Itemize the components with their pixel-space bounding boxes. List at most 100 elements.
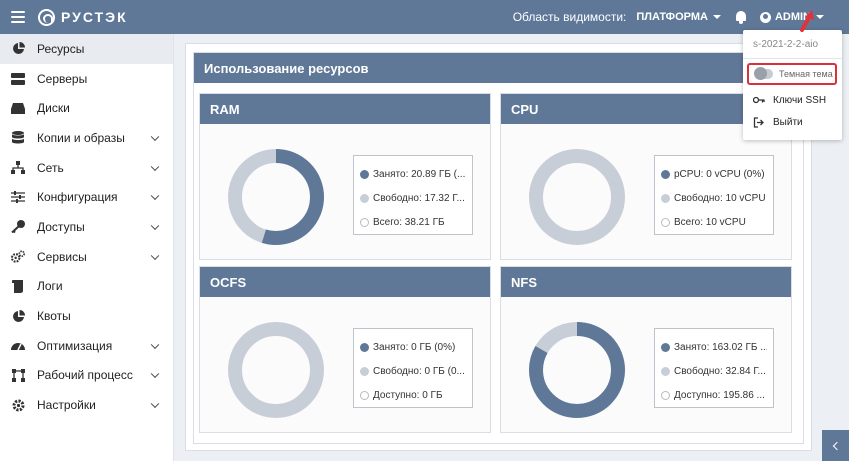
sidebar: Ресурсы Серверы Диски Копии и образы Сеть Кон… <box>0 34 174 461</box>
legend-text: Свободно: 10 vCPU <box>674 192 766 204</box>
legend-item[interactable]: Занято: 163.02 ГБ ... <box>661 335 767 359</box>
sidebar-item-optimization[interactable]: Оптимизация <box>0 331 173 361</box>
logout-icon <box>753 116 765 129</box>
sidebar-item-network[interactable]: Сеть <box>0 153 173 183</box>
sidebar-item-quotas[interactable]: Квоты <box>0 301 173 331</box>
ssh-keys-menu-item[interactable]: Ключи SSH <box>743 89 842 111</box>
legend-text: Занято: 20.89 ГБ (... <box>373 168 466 180</box>
chart-legend: Занято: 20.89 ГБ (... Свободно: 17.32 Г..… <box>353 155 473 235</box>
resource-card-nfs: NFS Занято: 163.02 ГБ ... Свободно: 32.84 … <box>500 266 792 433</box>
legend-item[interactable]: Свободно: 17.32 Г... <box>360 186 466 210</box>
donut-chart <box>228 322 324 418</box>
scope-value: ПЛАТФОРМА <box>636 11 708 23</box>
workflow-icon <box>11 368 25 382</box>
sidebar-item-label: Сервисы <box>37 249 87 264</box>
card-title: OCFS <box>200 267 490 297</box>
red-arrow-annotation <box>800 10 814 32</box>
sidebar-item-settings[interactable]: Настройки <box>0 390 173 420</box>
legend-text: Свободно: 32.84 Г... <box>674 365 766 377</box>
legend-item[interactable]: Всего: 10 vCPU <box>661 210 767 234</box>
donut-free-segment <box>228 322 324 418</box>
legend-dot-icon <box>360 366 369 376</box>
legend-dot-icon <box>661 390 670 400</box>
panel-title: Использование ресурсов <box>194 53 803 83</box>
toggle-switch-icon[interactable] <box>754 67 773 80</box>
sidebar-item-label: Сеть <box>37 160 64 175</box>
legend-text: Доступно: 0 ГБ <box>373 389 443 401</box>
sidebar-item-disks[interactable]: Диски <box>0 93 173 123</box>
scroll-icon <box>11 279 25 293</box>
chevron-down-icon <box>150 221 160 231</box>
user-dropdown-menu: s-2021-2-2-aio Темная тема Ключи SSH Вый… <box>743 30 842 140</box>
logout-label: Выйти <box>773 116 803 128</box>
sidebar-item-copies-images[interactable]: Копии и образы <box>0 123 173 153</box>
chevron-down-icon <box>150 340 160 349</box>
chart-legend: Занято: 0 ГБ (0%) Свободно: 0 ГБ (0... Дос… <box>353 328 473 408</box>
legend-text: Занято: 163.02 ГБ ... <box>674 341 767 353</box>
resource-usage-panel: Использование ресурсов RAM Занято: 20.89 … <box>193 52 804 444</box>
sidebar-item-logs[interactable]: Логи <box>0 272 173 302</box>
caret-down-icon <box>712 15 721 19</box>
sidebar-item-label: Диски <box>37 101 70 116</box>
legend-dot-icon <box>360 342 369 352</box>
ssh-keys-label: Ключи SSH <box>773 94 827 106</box>
chart-legend: pCPU: 0 vCPU (0%) Свободно: 10 vCPU Всего:… <box>654 155 774 235</box>
main-content: Использование ресурсов RAM Занято: 20.89 … <box>185 43 812 451</box>
sidebar-item-label: Рабочий процесс <box>37 368 133 383</box>
legend-dot-icon <box>661 366 670 376</box>
legend-text: Свободно: 0 ГБ (0... <box>373 365 465 377</box>
legend-item[interactable]: Доступно: 0 ГБ <box>360 383 466 407</box>
sidebar-item-label: Логи <box>37 279 63 294</box>
top-bar: РУСТЭК Область видимости: ПЛАТФОРМА ADMI… <box>0 0 849 34</box>
sidebar-item-workflow[interactable]: Рабочий процесс <box>0 361 173 391</box>
sidebar-item-label: Серверы <box>37 71 88 86</box>
sidebar-item-configuration[interactable]: Конфигурация <box>0 182 173 212</box>
sidebar-item-label: Квоты <box>37 309 71 324</box>
sidebar-item-access[interactable]: Доступы <box>0 212 173 242</box>
legend-item[interactable]: Всего: 38.21 ГБ <box>360 210 466 234</box>
legend-text: Занято: 0 ГБ (0%) <box>373 341 456 353</box>
dark-theme-toggle[interactable]: Темная тема <box>747 63 837 85</box>
resource-card-ram: RAM Занято: 20.89 ГБ (... Свободно: 17.32 … <box>199 93 491 260</box>
legend-text: Всего: 38.21 ГБ <box>373 216 445 228</box>
legend-item[interactable]: Свободно: 32.84 Г... <box>661 359 767 383</box>
sidebar-item-services[interactable]: Сервисы <box>0 242 173 272</box>
sidebar-item-servers[interactable]: Серверы <box>0 64 173 94</box>
legend-dot-icon <box>360 193 369 203</box>
legend-item[interactable]: Свободно: 0 ГБ (0... <box>360 359 466 383</box>
chevron-down-icon <box>150 162 160 171</box>
sidebar-item-label: Копии и образы <box>37 130 125 145</box>
sidebar-item-resources[interactable]: Ресурсы <box>0 34 173 64</box>
sidebar-item-label: Оптимизация <box>37 338 113 353</box>
pie-chart-icon <box>11 42 25 55</box>
legend-item[interactable]: Свободно: 10 vCPU <box>661 186 767 210</box>
sidebar-item-label: Ресурсы <box>37 41 85 56</box>
chevron-down-icon <box>150 191 160 201</box>
bell-icon[interactable] <box>735 10 747 24</box>
collapse-sidebar-button[interactable] <box>822 430 849 461</box>
legend-item[interactable]: pCPU: 0 vCPU (0%) <box>661 162 767 186</box>
legend-text: Всего: 10 vCPU <box>674 216 746 228</box>
legend-text: pCPU: 0 vCPU (0%) <box>674 168 765 180</box>
logout-menu-item[interactable]: Выйти <box>743 111 842 133</box>
legend-item[interactable]: Занято: 0 ГБ (0%) <box>360 335 466 359</box>
key-icon <box>753 94 765 107</box>
logo-icon <box>38 8 55 26</box>
legend-text: Доступно: 195.86 ... <box>674 389 765 401</box>
scope-selector[interactable]: ПЛАТФОРМА <box>636 11 721 23</box>
gears-icon <box>11 250 25 263</box>
legend-dot-icon <box>661 193 670 203</box>
legend-dot-icon <box>360 217 369 227</box>
legend-item[interactable]: Занято: 20.89 ГБ (... <box>360 162 466 186</box>
logo: РУСТЭК <box>38 8 128 26</box>
hamburger-menu-icon[interactable] <box>11 11 25 23</box>
donut-chart <box>529 322 625 418</box>
chevron-down-icon <box>150 369 160 379</box>
dropdown-divider <box>743 58 842 59</box>
speedometer-icon <box>11 339 25 352</box>
legend-item[interactable]: Доступно: 195.86 ... <box>661 383 767 407</box>
legend-dot-icon <box>661 342 670 352</box>
pie-chart-icon <box>11 309 25 323</box>
resource-card-ocfs: OCFS Занято: 0 ГБ (0%) Свободно: 0 ГБ (0..… <box>199 266 491 433</box>
donut-chart <box>529 149 625 245</box>
